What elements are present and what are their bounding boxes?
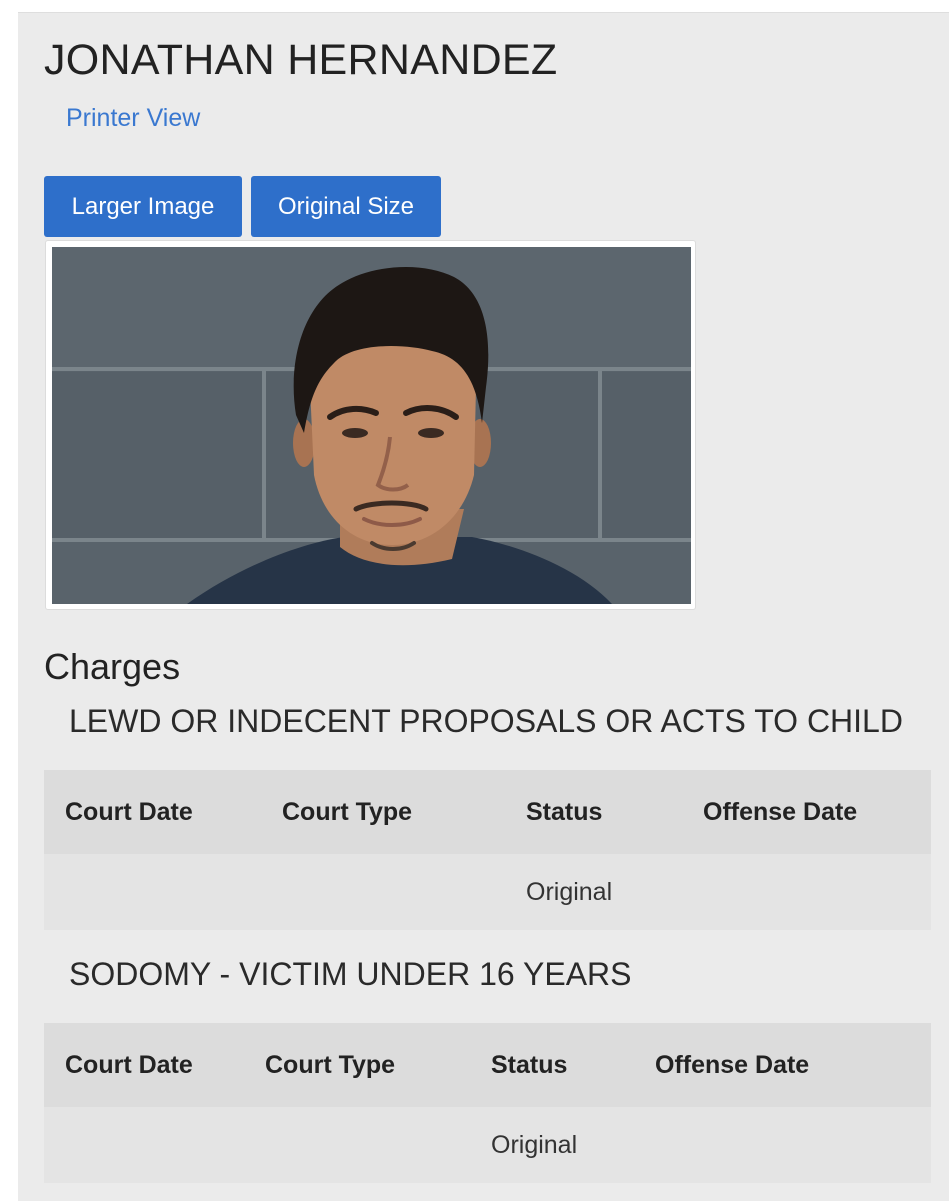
charge-name: SODOMY - VICTIM UNDER 16 YEARS (69, 956, 632, 992)
inmate-name: JONATHAN HERNANDEZ (44, 36, 558, 84)
table-row: Original (44, 1107, 931, 1183)
cell-status: Original (491, 1130, 578, 1159)
column-header-offense-date: Offense Date (703, 797, 858, 826)
larger-image-button[interactable]: Larger Image (44, 176, 242, 237)
printer-view-link[interactable]: Printer View (66, 104, 200, 133)
cell-court-type (265, 1107, 491, 1183)
column-header-court-type: Court Type (265, 1050, 396, 1079)
charge-name: LEWD OR INDECENT PROPOSALS OR ACTS TO CH… (69, 703, 903, 739)
charges-heading: Charges (44, 646, 181, 687)
booking-photo-frame (45, 240, 696, 610)
cell-status: Original (526, 877, 613, 906)
cell-court-date (44, 1107, 265, 1183)
column-header-status: Status (491, 1050, 568, 1079)
cell-court-date (44, 854, 282, 930)
table-header-row: Court Date Court Type Status Offense Dat… (44, 770, 931, 854)
charge-table: Court Date Court Type Status Offense Dat… (44, 1023, 931, 1183)
cell-offense-date (655, 1107, 931, 1183)
booking-photo[interactable] (52, 247, 691, 604)
column-header-court-date: Court Date (65, 797, 193, 826)
cell-offense-date (703, 854, 931, 930)
column-header-court-type: Court Type (282, 797, 413, 826)
column-header-offense-date: Offense Date (655, 1050, 810, 1079)
original-size-button[interactable]: Original Size (251, 176, 441, 237)
column-header-status: Status (526, 797, 603, 826)
table-header-row: Court Date Court Type Status Offense Dat… (44, 1023, 931, 1107)
cell-court-type (282, 854, 526, 930)
charge-table: Court Date Court Type Status Offense Dat… (44, 770, 931, 930)
column-header-court-date: Court Date (65, 1050, 193, 1079)
table-row: Original (44, 854, 931, 930)
